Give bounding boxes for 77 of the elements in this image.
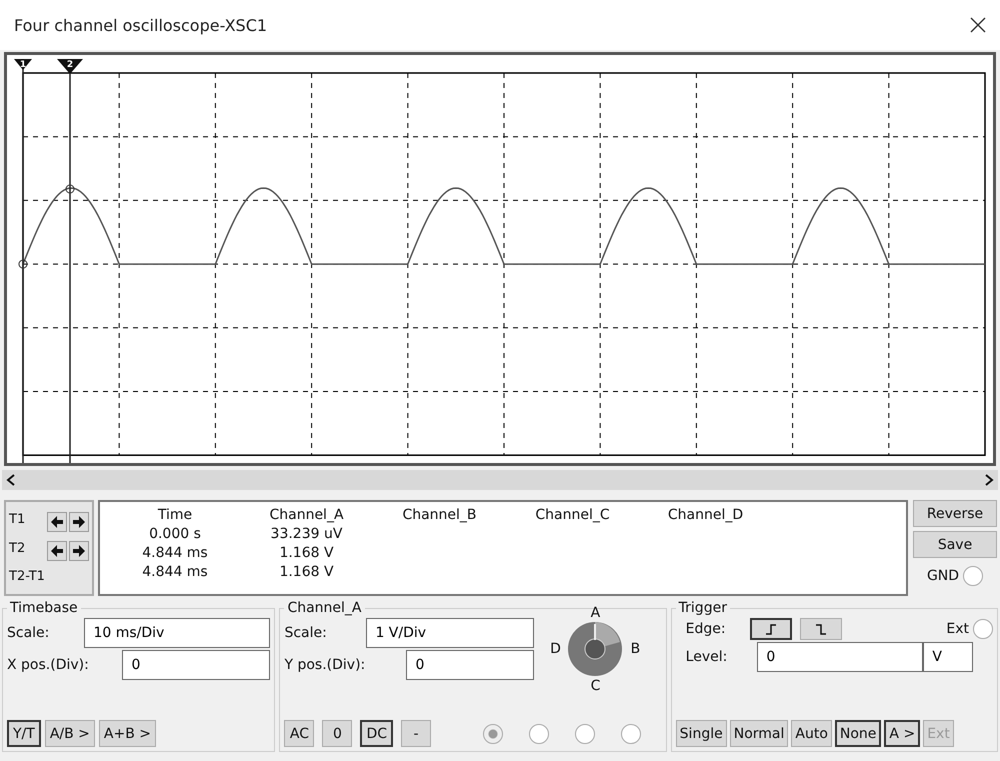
channel-letter: D: [550, 641, 561, 657]
y-position-field[interactable]: 0: [406, 650, 534, 680]
field-label: Scale:: [284, 625, 327, 641]
mode-button[interactable]: Y/T: [7, 720, 41, 747]
cursor-number: 2: [66, 60, 74, 70]
channel-letter: C: [590, 678, 600, 694]
cursor-left-button[interactable]: [46, 540, 67, 560]
gnd-radio[interactable]: [963, 566, 984, 586]
cursor-right-button[interactable]: [68, 540, 89, 560]
window-title: Four channel oscilloscope-XSC1: [14, 16, 268, 34]
cursor-label: T2-T1: [9, 568, 45, 584]
marker-icon: [18, 260, 28, 269]
channel-radio[interactable]: [529, 724, 550, 744]
falling-edge-icon: [814, 622, 828, 636]
column-header: Channel_A: [268, 506, 345, 525]
ext-label: Ext: [946, 621, 970, 637]
horizontal-scrollbar[interactable]: [2, 470, 998, 490]
field-label: Edge:: [686, 621, 726, 637]
channel-selector-knob[interactable]: [566, 620, 624, 678]
mode-button[interactable]: A/B >: [44, 720, 95, 747]
readout-value: 33.239 uV: [270, 525, 344, 544]
scale-field[interactable]: 10 ms/Div: [84, 618, 270, 648]
coupling-button[interactable]: -: [401, 720, 432, 747]
coupling-button[interactable]: 0: [322, 720, 352, 747]
right-arrow-icon: [72, 515, 86, 530]
column-header: Channel_D: [666, 506, 744, 525]
edge-button[interactable]: [800, 618, 842, 640]
ext-radio[interactable]: [973, 619, 994, 639]
x-position-field[interactable]: 0: [122, 650, 270, 680]
coupling-button[interactable]: AC: [284, 720, 314, 747]
trigger-mode-button[interactable]: Single: [676, 720, 727, 747]
column-header: Channel_C: [534, 506, 611, 525]
unit-field[interactable]: V: [923, 642, 974, 672]
cursor-number: 1: [20, 60, 26, 70]
channel-letter: B: [630, 641, 640, 657]
column-header: Time: [156, 506, 194, 525]
cursor-right-button[interactable]: [68, 512, 89, 532]
panel-title: Timebase: [9, 600, 79, 616]
close-icon[interactable]: [970, 17, 986, 33]
mode-button[interactable]: A+B >: [98, 720, 156, 747]
column-header: Channel_B: [401, 506, 478, 525]
field-label: X pos.(Div):: [7, 657, 89, 673]
left-arrow-icon: [50, 515, 64, 530]
trigger-mode-button[interactable]: Auto: [791, 720, 832, 747]
channel-radio[interactable]: [483, 724, 504, 744]
trigger-mode-button[interactable]: None: [834, 720, 882, 747]
cursor-label: T2: [9, 540, 26, 558]
scroll-right-icon[interactable]: [984, 474, 994, 486]
channel-letter: A: [590, 605, 600, 621]
coupling-button[interactable]: DC: [360, 720, 394, 747]
rising-edge-icon: [764, 622, 778, 636]
reverse-button[interactable]: Reverse: [913, 500, 997, 527]
readout-value: 0.000 s: [148, 525, 202, 544]
scale-field[interactable]: 1 V/Div: [366, 618, 534, 648]
readout-value: 4.844 ms: [141, 563, 209, 582]
gnd-label: GND: [926, 568, 960, 584]
scroll-left-icon[interactable]: [6, 474, 16, 486]
marker-icon: [66, 184, 74, 194]
right-arrow-icon: [72, 544, 86, 558]
channel-radio[interactable]: [621, 724, 642, 744]
field-label: Scale:: [7, 625, 50, 641]
field-label: Level:: [686, 649, 728, 665]
trigger-mode-button[interactable]: Normal: [730, 720, 788, 747]
cursor-label: T1: [9, 512, 26, 530]
readout-value: 1.168 V: [278, 563, 335, 582]
readout-value: 4.844 ms: [141, 544, 209, 563]
panel-title: Trigger: [678, 600, 728, 616]
readout-value: 1.168 V: [278, 544, 335, 563]
edge-button[interactable]: [750, 618, 792, 640]
channel-radio[interactable]: [575, 724, 596, 744]
save-button[interactable]: Save: [913, 531, 997, 558]
trigger-mode-button[interactable]: A >: [884, 720, 920, 747]
left-arrow-icon: [50, 544, 64, 558]
field-label: Y pos.(Div):: [284, 657, 366, 673]
panel-title: Channel_A: [286, 600, 363, 616]
cursor-left-button[interactable]: [46, 512, 67, 532]
level-field[interactable]: 0: [757, 642, 924, 672]
